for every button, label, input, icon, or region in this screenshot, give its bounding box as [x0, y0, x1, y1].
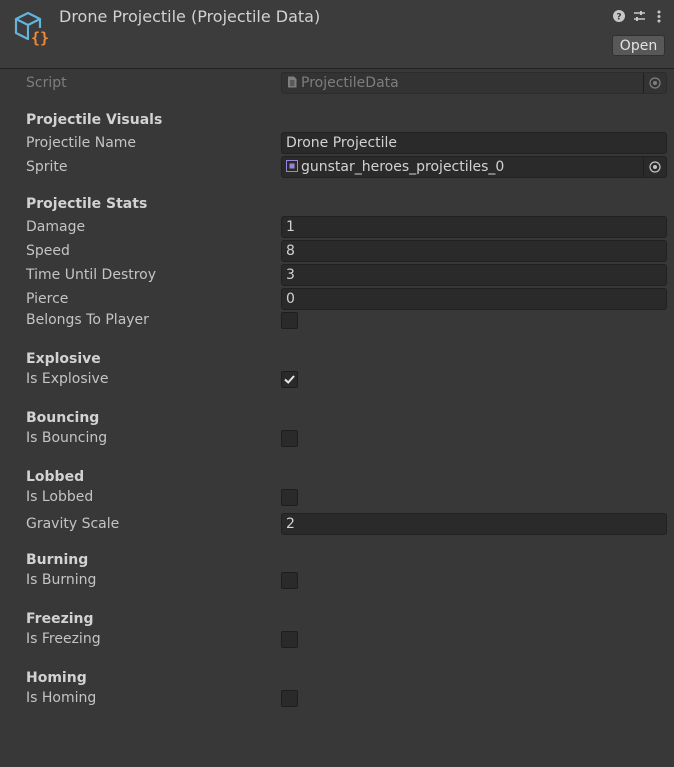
bouncing-header: Bouncing [26, 410, 100, 426]
sprite-icon [286, 160, 298, 172]
inspector-title: Drone Projectile (Projectile Data) [59, 7, 321, 26]
is-freezing-checkbox[interactable] [281, 631, 298, 648]
burning-header: Burning [26, 552, 89, 568]
pierce-label: Pierce [26, 291, 69, 307]
damage-field[interactable]: 1 [281, 216, 667, 238]
checkmark-icon [284, 375, 295, 384]
homing-header: Homing [26, 670, 87, 686]
freezing-header: Freezing [26, 611, 94, 627]
help-icon[interactable]: ? [612, 8, 626, 24]
sprite-label: Sprite [26, 159, 68, 175]
script-field: ProjectileData [281, 72, 667, 94]
belongs-to-player-label: Belongs To Player [26, 312, 149, 328]
explosive-header: Explosive [26, 351, 101, 367]
projectile-stats-header: Projectile Stats [26, 196, 148, 212]
is-freezing-label: Is Freezing [26, 631, 101, 647]
is-burning-checkbox[interactable] [281, 572, 298, 589]
projectile-name-field[interactable]: Drone Projectile [281, 132, 667, 154]
lobbed-header: Lobbed [26, 469, 85, 485]
inspector-body: Script ProjectileData Projectile Visuals… [0, 69, 674, 767]
speed-label: Speed [26, 243, 70, 259]
time-until-destroy-field[interactable]: 3 [281, 264, 667, 286]
is-homing-label: Is Homing [26, 690, 97, 706]
scriptable-object-icon: {} [14, 11, 51, 46]
presets-icon[interactable] [632, 8, 646, 24]
svg-text:{}: {} [31, 29, 49, 46]
sprite-picker-icon[interactable] [648, 160, 662, 174]
sprite-value: gunstar_heroes_projectiles_0 [301, 159, 505, 175]
open-button[interactable]: Open [612, 35, 665, 56]
speed-field[interactable]: 8 [281, 240, 667, 262]
projectile-name-label: Projectile Name [26, 135, 137, 151]
more-icon[interactable] [652, 8, 666, 24]
is-homing-checkbox[interactable] [281, 690, 298, 707]
script-value: ProjectileData [301, 75, 399, 91]
belongs-to-player-checkbox[interactable] [281, 312, 298, 329]
is-explosive-checkbox[interactable] [281, 371, 298, 388]
is-lobbed-label: Is Lobbed [26, 489, 94, 505]
is-bouncing-label: Is Bouncing [26, 430, 108, 446]
is-explosive-label: Is Explosive [26, 371, 109, 387]
pierce-field[interactable]: 0 [281, 288, 667, 310]
script-file-icon [288, 76, 297, 88]
object-picker-icon [649, 77, 661, 89]
sprite-field[interactable]: gunstar_heroes_projectiles_0 [281, 156, 667, 178]
damage-label: Damage [26, 219, 86, 235]
is-bouncing-checkbox[interactable] [281, 430, 298, 447]
svg-text:?: ? [616, 13, 621, 23]
gravity-scale-label: Gravity Scale [26, 516, 120, 532]
is-lobbed-checkbox[interactable] [281, 489, 298, 506]
inspector-header: {} Drone Projectile (Projectile Data) ? … [0, 0, 674, 69]
is-burning-label: Is Burning [26, 572, 97, 588]
projectile-visuals-header: Projectile Visuals [26, 112, 163, 128]
gravity-scale-field[interactable]: 2 [281, 513, 667, 535]
script-label: Script [26, 75, 67, 91]
time-until-destroy-label: Time Until Destroy [26, 267, 157, 283]
